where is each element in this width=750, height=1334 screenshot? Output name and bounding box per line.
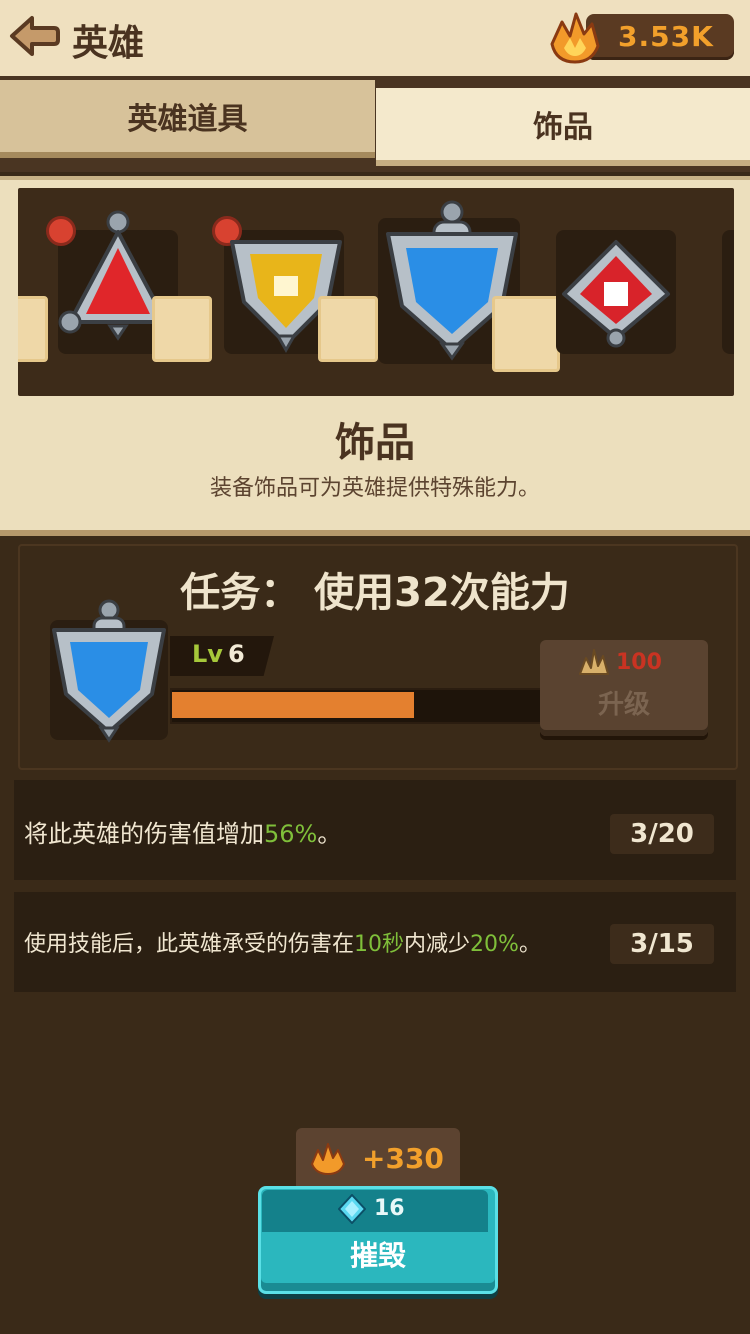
blue-shield-amulet-icon	[50, 599, 168, 743]
crystal-icon	[550, 12, 600, 64]
hero-portrait	[318, 296, 378, 362]
tab-accessories[interactable]: 饰品	[376, 88, 750, 166]
top-bar: 英雄 3.53K	[0, 0, 750, 79]
reward-value: +330	[362, 1142, 444, 1175]
progress-fill	[172, 692, 414, 718]
hero-portrait	[492, 296, 560, 372]
currency-counter: 3.53K	[586, 14, 734, 60]
level-prefix: Lv	[192, 640, 223, 668]
destroy-label: 摧毁	[349, 1239, 406, 1272]
effect-counter: 3/20	[610, 814, 714, 854]
hero-portrait	[152, 296, 212, 362]
page-title: 英雄	[72, 23, 145, 64]
level-value: 6	[228, 640, 245, 668]
hero-portrait	[18, 296, 48, 362]
upgrade-cost: 100	[616, 650, 662, 675]
section-title: 饰品	[335, 420, 415, 466]
level-badge: Lv 6	[170, 636, 274, 676]
accessory-carousel[interactable]	[18, 188, 734, 396]
effect-description: 使用技能后，此英雄承受的伤害在10秒内减少20%。	[24, 932, 541, 957]
tab-label: 饰品	[533, 110, 593, 145]
red-diamond-amulet-icon[interactable]	[560, 238, 672, 350]
currency-value: 3.53K	[618, 20, 714, 53]
effect-description: 将此英雄的伤害值增加56%。	[24, 820, 342, 848]
section-description: 装备饰品可为英雄提供特殊能力。	[209, 476, 540, 501]
effect-counter: 3/15	[610, 924, 714, 964]
tab-hero-items[interactable]: 英雄道具	[0, 80, 375, 158]
gem-cost: 16	[374, 1196, 405, 1221]
tab-label: 英雄道具	[127, 102, 248, 137]
accessory-slot[interactable]	[722, 230, 734, 354]
crystal-icon	[311, 1143, 345, 1175]
back-arrow-icon[interactable]	[8, 12, 60, 60]
upgrade-label: 升级	[597, 690, 650, 720]
crystal-icon	[579, 649, 609, 675]
quest-progress-bar	[170, 688, 546, 724]
gem-icon	[338, 1194, 366, 1224]
